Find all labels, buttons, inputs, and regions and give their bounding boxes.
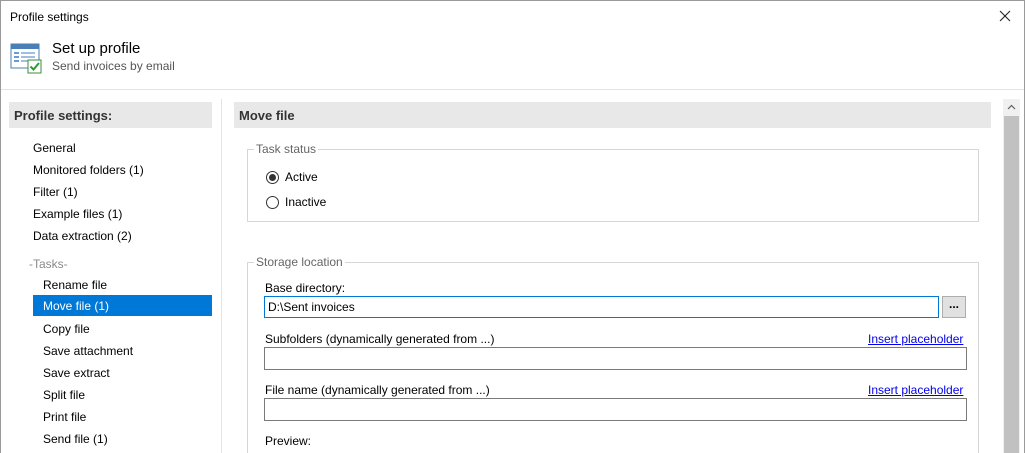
sidebar-item-filter[interactable]: Filter (1) [33, 181, 212, 201]
vertical-scrollbar[interactable] [1003, 99, 1020, 453]
sidebar: Profile settings: General Monitored fold… [9, 99, 214, 453]
sidebar-heading: Profile settings: [9, 102, 212, 128]
radio-inactive-label: Inactive [285, 195, 327, 209]
subfolders-input[interactable] [264, 347, 967, 370]
subfolders-label: Subfolders (dynamically generated from .… [265, 332, 495, 346]
file-name-insert-placeholder-link[interactable]: Insert placeholder [868, 383, 963, 397]
profile-settings-icon [10, 43, 42, 74]
radio-active-indicator[interactable] [266, 170, 279, 184]
sidebar-item-general[interactable]: General [33, 137, 212, 157]
close-icon[interactable] [994, 5, 1016, 27]
sidebar-item-monitored-folders[interactable]: Monitored folders (1) [33, 159, 212, 179]
base-directory-input[interactable] [264, 296, 939, 318]
sidebar-item-move-file[interactable]: Move file (1) [33, 295, 212, 316]
radio-active[interactable]: Active [266, 170, 318, 184]
scrollbar-thumb[interactable] [1004, 116, 1019, 453]
profile-settings-window: Profile settings Set up profile Send inv… [0, 0, 1025, 453]
storage-location-legend: Storage location [254, 255, 345, 269]
sidebar-item-print-file[interactable]: Print file [33, 406, 212, 426]
sidebar-item-save-extract[interactable]: Save extract [33, 362, 212, 382]
task-status-legend: Task status [254, 142, 319, 156]
radio-inactive-indicator[interactable] [266, 195, 279, 209]
window-title: Profile settings [10, 10, 89, 24]
file-name-label: File name (dynamically generated from ..… [265, 383, 490, 397]
sidebar-item-split-file[interactable]: Split file [33, 384, 212, 404]
sidebar-item-data-extraction[interactable]: Data extraction (2) [33, 225, 212, 245]
chevron-up-icon[interactable] [1003, 99, 1020, 116]
header: Set up profile Send invoices by email [1, 32, 1024, 90]
panel-divider [221, 99, 222, 453]
radio-inactive[interactable]: Inactive [266, 195, 326, 209]
radio-active-label: Active [285, 170, 318, 184]
subfolders-insert-placeholder-link[interactable]: Insert placeholder [868, 332, 963, 346]
header-title: Set up profile [52, 40, 141, 57]
section-title: Move file [234, 102, 991, 128]
base-directory-label: Base directory: [265, 281, 346, 295]
task-status-group [247, 149, 979, 222]
sidebar-item-copy-file[interactable]: Copy file [33, 318, 212, 338]
sidebar-item-example-files[interactable]: Example files (1) [33, 203, 212, 223]
title-bar: Profile settings [1, 1, 1024, 32]
sidebar-item-send-file[interactable]: Send file (1) [33, 428, 212, 448]
sidebar-tasks-label: -Tasks- [29, 257, 68, 271]
browse-button[interactable]: ... [942, 296, 966, 318]
file-name-input[interactable] [264, 398, 967, 421]
preview-label: Preview: [265, 434, 312, 448]
sidebar-item-rename-file[interactable]: Rename file [33, 274, 212, 294]
header-subtitle: Send invoices by email [52, 59, 175, 73]
sidebar-item-save-attachment[interactable]: Save attachment [33, 340, 212, 360]
